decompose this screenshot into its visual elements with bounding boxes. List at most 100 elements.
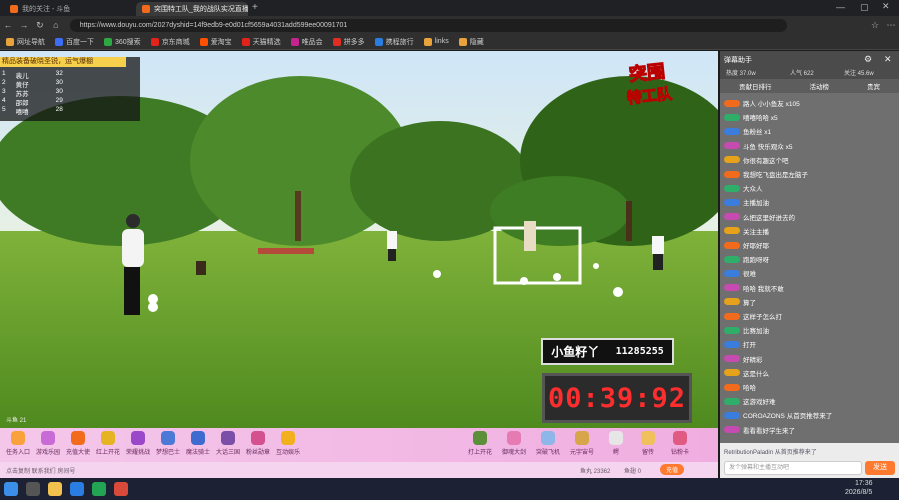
maximize-icon[interactable]: ▢ <box>860 2 869 13</box>
bookmark-item[interactable]: 携程旅行 <box>374 37 414 47</box>
ship-icon <box>575 431 589 445</box>
gift-item[interactable]: 互动娱乐 <box>274 431 302 456</box>
gift-item[interactable]: 钻粉卡 <box>666 431 694 456</box>
reload-icon[interactable]: ↻ <box>32 20 48 31</box>
bookmark-item[interactable]: 爱淘宝 <box>199 37 232 47</box>
favorites-star-icon[interactable]: ☆ <box>867 20 883 31</box>
gift-item[interactable]: 充值大使 <box>64 431 92 456</box>
chat-message: 哈哈 <box>724 381 882 393</box>
bookmark-icon <box>332 37 341 46</box>
recharge-icon <box>71 431 85 445</box>
gift-item[interactable]: 大话三国 <box>214 431 242 456</box>
close-icon[interactable]: ✕ <box>884 54 892 65</box>
chat-message: 大众人 <box>724 182 882 194</box>
chat-message-text: 这是什么 <box>743 370 769 378</box>
gift-item[interactable]: 红上开花 <box>94 431 122 456</box>
tab-activity[interactable]: 活动榜 <box>810 81 830 91</box>
chat-message: 这样子怎么打 <box>724 310 882 322</box>
chat-message-text: 算了 <box>743 299 756 307</box>
chat-message: 好耶好耶 <box>724 239 882 251</box>
gift-item[interactable]: 御魂大剑 <box>500 431 528 456</box>
user-level-badge <box>724 170 740 178</box>
tab-my-follows[interactable]: 我的关注 - 斗鱼 <box>4 2 114 16</box>
chat-message-text: COROAZONS 从首页推荐来了 <box>743 413 833 421</box>
back-icon[interactable]: ← <box>0 20 16 30</box>
extensions-icon[interactable]: ⋯ <box>883 20 899 31</box>
bookmark-folder[interactable]: links <box>423 37 449 46</box>
user-level-badge <box>724 127 740 135</box>
file-explorer-icon[interactable] <box>48 482 62 496</box>
gift-item[interactable]: 鳄 <box>602 431 630 456</box>
chat-message: COROAZONS 从首页推荐来了 <box>724 409 882 421</box>
bookmark-item[interactable]: 天猫精选 <box>241 37 281 47</box>
chat-message-text: 看看看好学生来了 <box>743 427 795 435</box>
user-level-badge <box>724 142 740 150</box>
bookmark-item[interactable]: 京东商城 <box>150 37 190 47</box>
score-value: 11285255 <box>615 346 664 357</box>
kingdom-icon <box>221 431 235 445</box>
close-window-icon[interactable]: ✕ <box>882 1 890 12</box>
app-icon[interactable] <box>114 482 128 496</box>
gift-item[interactable]: 打上开花 <box>466 431 494 456</box>
bookmark-icon <box>55 37 63 46</box>
chat-message-text: 路人 小小鱼友 x105 <box>743 101 800 108</box>
app-icon[interactable] <box>92 482 106 496</box>
leaderboard-banner: 精品装备破晓圣锐，运气爆棚 <box>0 57 126 67</box>
chat-message-text: 鱼粉丝 x1 <box>743 129 772 137</box>
search-icon[interactable] <box>26 482 40 496</box>
gift-item[interactable]: 游戏乐园 <box>34 431 62 456</box>
score-player-name: 小鱼籽丫 <box>551 345 600 359</box>
timer-digits: 00:39:92 <box>547 382 687 414</box>
chat-panel: 弹幕助手 ⚙ ✕ 热度 37.0w 人气 622 关注 45.6w 贡献日排行 … <box>720 51 899 478</box>
gift-icon <box>507 431 521 445</box>
home-icon[interactable]: ⌂ <box>48 20 64 30</box>
gift-item[interactable]: 留传 <box>634 431 662 456</box>
gift-item[interactable]: 梦想巴士 <box>154 431 182 456</box>
video-player[interactable]: 精品装备破晓圣锐，运气爆棚 1 裴儿 32 2 黄仔 30 3 苏苏 30 4 邵郎 29 5嘻… <box>0 51 718 428</box>
bookmark-item[interactable]: 网址导航 <box>6 37 45 47</box>
honor-icon <box>131 431 145 445</box>
tab-live-room[interactable]: 突围特工队_我的战队实况直播 <box>136 2 248 16</box>
leaderboard-row: 3 苏苏 30 <box>2 88 63 98</box>
bookmark-item[interactable]: 唯品会 <box>290 37 323 47</box>
chat-message: 这游戏好难 <box>724 395 882 407</box>
tab-vip[interactable]: 贵宾 <box>867 81 880 91</box>
browser-icon[interactable] <box>70 482 84 496</box>
start-icon[interactable] <box>4 482 18 496</box>
gift-item[interactable]: 粉丝勋章 <box>244 431 272 456</box>
bookmark-item[interactable]: 拼多多 <box>332 37 365 47</box>
score-display: 小鱼籽丫 11285255 <box>541 338 674 365</box>
chat-message: 打开 <box>724 338 882 350</box>
tab-contribution[interactable]: 贡献日排行 <box>739 81 772 91</box>
folder-icon <box>423 37 432 46</box>
chat-message-text: 这游戏好难 <box>743 399 776 407</box>
send-button[interactable]: 发送 <box>865 461 895 475</box>
gift-item[interactable]: 魔法骑士 <box>184 431 212 456</box>
user-level-badge <box>724 426 740 434</box>
user-level-badge <box>724 284 740 292</box>
bookmark-icon <box>150 37 159 46</box>
gift-item[interactable]: 突破飞机 <box>534 431 562 456</box>
chat-message: 好精彩 <box>724 353 882 365</box>
forward-icon[interactable]: → <box>16 20 32 30</box>
recharge-button[interactable]: 充值 <box>660 464 685 475</box>
leaderboard-panel: 精品装备破晓圣锐，运气爆棚 1 裴儿 32 2 黄仔 30 3 苏苏 30 4 邵郎 29 5嘻… <box>0 57 140 121</box>
clock-time: 17:36 <box>855 480 873 487</box>
douyu-watermark: 斗鱼 21 <box>6 418 27 424</box>
bookmark-item[interactable]: 百度一下 <box>55 37 94 47</box>
gift-item[interactable]: 元宇宙号 <box>568 431 596 456</box>
chat-input-field[interactable]: 发个弹幕和主播互动吧 <box>724 461 862 475</box>
url-field[interactable]: https://www.douyu.com/2027dyshid=14f9edb… <box>69 18 788 32</box>
bookmark-icon <box>241 37 250 46</box>
new-tab-button[interactable]: + <box>252 2 258 13</box>
chat-message: 关注主播 <box>724 225 882 237</box>
chat-message: 嘻嘻哈哈 x5 <box>724 111 882 123</box>
bookmark-folder[interactable]: 隐藏 <box>458 37 484 47</box>
gift-item[interactable]: 荣耀挑战 <box>124 431 152 456</box>
bookmark-item[interactable]: 360搜索 <box>104 37 141 47</box>
gift-item[interactable]: 任务入口 <box>4 431 32 456</box>
minimize-icon[interactable]: — <box>836 2 845 12</box>
chat-message: 看看看好学生来了 <box>724 424 882 436</box>
leaderboard-row: 5 嘻嘻 28 <box>2 106 63 116</box>
settings-gear-icon[interactable]: ⚙ <box>864 54 872 65</box>
